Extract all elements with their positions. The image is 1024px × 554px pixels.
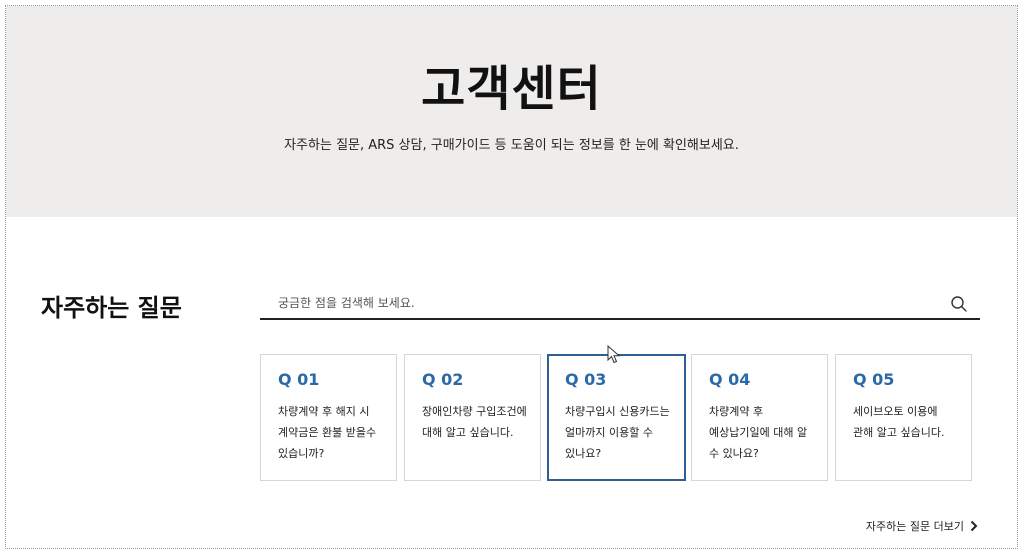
page-title: 고객센터 (421, 61, 602, 117)
search-icon (951, 296, 967, 312)
mouse-pointer-icon (607, 345, 621, 364)
faq-card-number: Q 03 (565, 370, 607, 389)
faq-card-question: 세이브오토 이용에 관해 알고 싶습니다. (853, 405, 945, 439)
faq-heading: 자주하는 질문 (41, 294, 182, 322)
chevron-right-icon (970, 520, 978, 532)
faq-card-q04[interactable]: Q 04 차량계약 후 예상납기일에 대해 알 수 있나요? (691, 354, 828, 481)
faq-card-number: Q 05 (853, 370, 895, 389)
faq-card-q02[interactable]: Q 02 장애인차량 구입조건에 대해 알고 싶습니다. (404, 354, 541, 481)
faq-search-bar (260, 288, 980, 320)
faq-more-label: 자주하는 질문 더보기 (865, 520, 964, 533)
faq-card-question: 차량계약 후 예상납기일에 대해 알 수 있나요? (709, 405, 808, 460)
faq-card-q05[interactable]: Q 05 세이브오토 이용에 관해 알고 싶습니다. (835, 354, 972, 481)
faq-more-link[interactable]: 자주하는 질문 더보기 (866, 518, 978, 534)
faq-search-input[interactable] (278, 292, 918, 314)
faq-card-question: 차량구입시 신용카드는 얼마까지 이용할 수 있나요? (565, 405, 670, 460)
faq-card-question: 장애인차량 구입조건에 대해 알고 싶습니다. (422, 405, 527, 439)
faq-card-q01[interactable]: Q 01 차량계약 후 해지 시 계약금은 환불 받을수 있습니까? (260, 354, 397, 481)
faq-card-q03[interactable]: Q 03 차량구입시 신용카드는 얼마까지 이용할 수 있나요? (547, 354, 686, 481)
faq-card-number: Q 04 (709, 370, 751, 389)
faq-card-question: 차량계약 후 해지 시 계약금은 환불 받을수 있습니까? (278, 405, 377, 460)
faq-card-number: Q 02 (422, 370, 464, 389)
page-subtitle: 자주하는 질문, ARS 상담, 구매가이드 등 도움이 되는 정보를 한 눈에… (284, 138, 739, 153)
search-button[interactable] (950, 295, 968, 313)
faq-card-number: Q 01 (278, 370, 320, 389)
hero-banner: 고객센터 자주하는 질문, ARS 상담, 구매가이드 등 도움이 되는 정보를… (6, 6, 1017, 217)
faq-card-list: Q 01 차량계약 후 해지 시 계약금은 환불 받을수 있습니까? Q 02 … (260, 354, 972, 481)
